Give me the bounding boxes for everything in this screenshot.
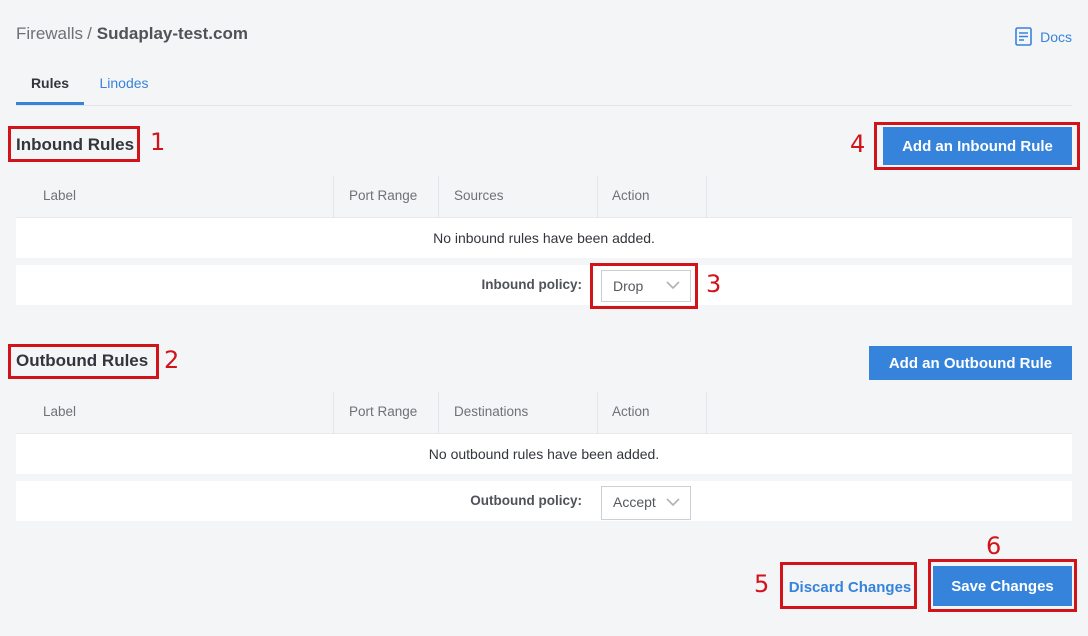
breadcrumb-parent-link[interactable]: Firewalls bbox=[16, 24, 83, 44]
column-header-label[interactable]: Label bbox=[16, 392, 334, 434]
tab-linodes[interactable]: Linodes bbox=[94, 66, 154, 104]
chevron-down-icon bbox=[666, 281, 680, 290]
inbound-policy-value: Drop bbox=[613, 278, 644, 294]
outbound-empty-row: No outbound rules have been added. bbox=[16, 434, 1072, 474]
outbound-policy-row: Outbound policy: Accept bbox=[16, 481, 1072, 521]
tab-bar: Rules Linodes bbox=[16, 66, 1072, 106]
column-header-sources[interactable]: Sources bbox=[439, 176, 598, 218]
breadcrumb: Firewalls / Sudaplay-test.com bbox=[16, 24, 248, 44]
docs-label: Docs bbox=[1040, 28, 1072, 45]
inbound-table-header: Label Port Range Sources Action bbox=[16, 176, 1072, 218]
document-icon bbox=[1015, 27, 1032, 46]
outbound-rules-title: Outbound Rules bbox=[16, 351, 149, 370]
breadcrumb-separator: / bbox=[87, 24, 92, 43]
annotation-number-6: 6 bbox=[986, 532, 1002, 560]
outbound-policy-select[interactable]: Accept bbox=[601, 486, 691, 520]
discard-changes-button[interactable]: Discard Changes bbox=[784, 568, 916, 606]
annotation-number-2: 2 bbox=[164, 346, 180, 374]
outbound-table-header: Label Port Range Destinations Action bbox=[16, 392, 1072, 434]
column-header-action[interactable]: Action bbox=[598, 392, 707, 434]
column-header-port-range[interactable]: Port Range bbox=[334, 176, 439, 218]
outbound-rules-table: Label Port Range Destinations Action No … bbox=[16, 392, 1072, 474]
column-header-action[interactable]: Action bbox=[598, 176, 707, 218]
docs-link[interactable]: Docs bbox=[1015, 27, 1072, 46]
column-header-label[interactable]: Label bbox=[16, 176, 334, 218]
annotation-number-5: 5 bbox=[754, 570, 770, 598]
inbound-policy-label: Inbound policy: bbox=[481, 277, 583, 292]
add-inbound-rule-button[interactable]: Add an Inbound Rule bbox=[883, 127, 1072, 165]
inbound-rules-table: Label Port Range Sources Action No inbou… bbox=[16, 176, 1072, 258]
save-changes-button[interactable]: Save Changes bbox=[933, 566, 1072, 606]
annotation-number-3: 3 bbox=[706, 270, 722, 298]
annotation-number-1: 1 bbox=[150, 128, 166, 156]
column-header-port-range[interactable]: Port Range bbox=[334, 392, 439, 434]
column-header-destinations[interactable]: Destinations bbox=[439, 392, 598, 434]
inbound-policy-select[interactable]: Drop bbox=[601, 270, 691, 302]
page-title: Sudaplay-test.com bbox=[96, 24, 248, 43]
inbound-empty-row: No inbound rules have been added. bbox=[16, 218, 1072, 258]
annotation-number-4: 4 bbox=[850, 130, 866, 158]
add-outbound-rule-button[interactable]: Add an Outbound Rule bbox=[869, 346, 1072, 380]
tab-rules[interactable]: Rules bbox=[16, 66, 84, 105]
outbound-policy-label: Outbound policy: bbox=[470, 493, 582, 508]
chevron-down-icon bbox=[666, 498, 680, 507]
inbound-rules-title: Inbound Rules bbox=[16, 135, 135, 154]
outbound-policy-value: Accept bbox=[613, 494, 656, 510]
inbound-policy-row: Inbound policy: Drop bbox=[16, 265, 1072, 305]
